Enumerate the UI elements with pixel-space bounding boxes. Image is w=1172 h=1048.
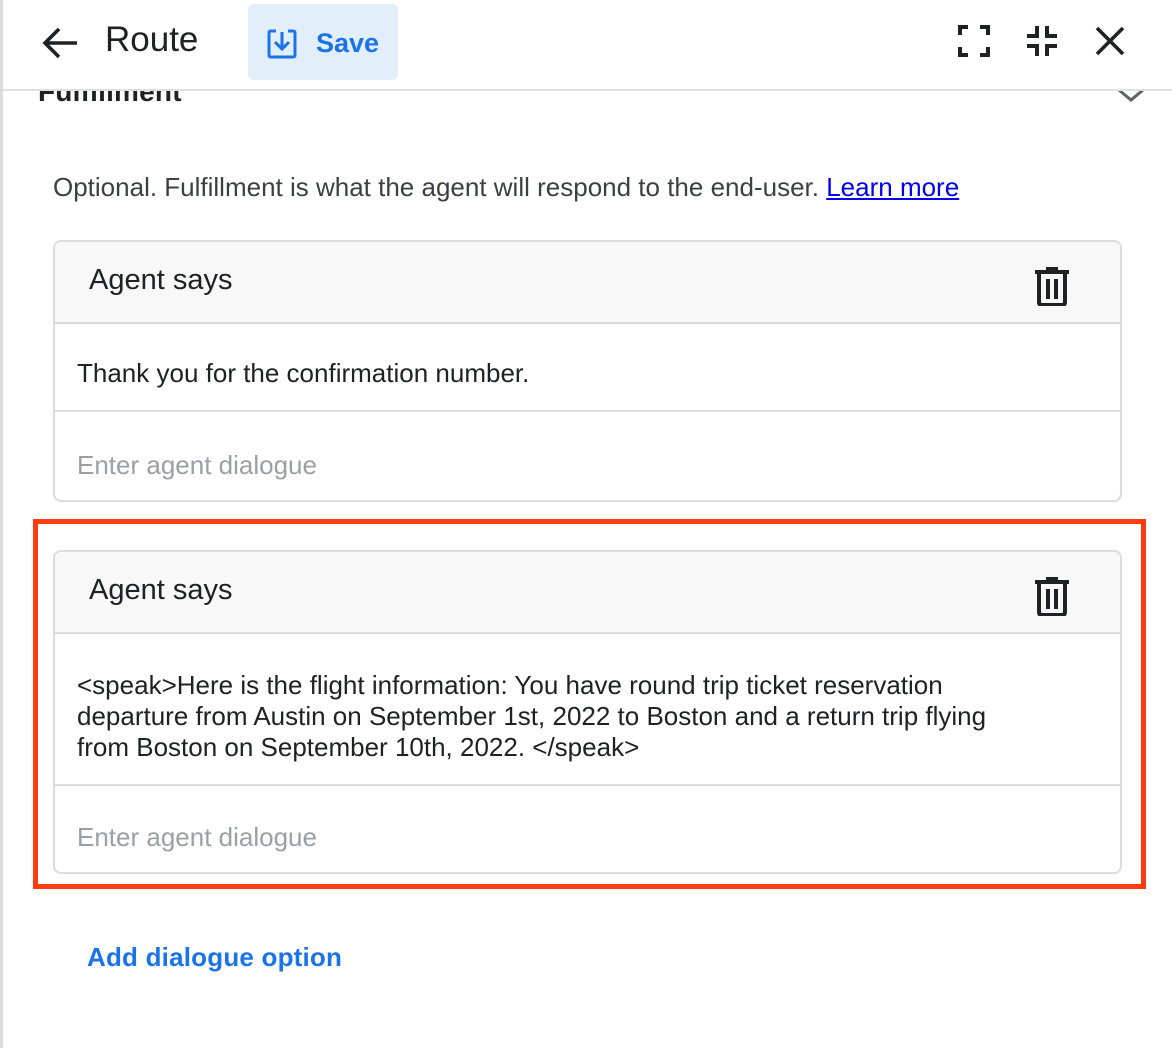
delete-icon[interactable] <box>1034 576 1070 616</box>
add-dialogue-option-button[interactable]: Add dialogue option <box>87 942 342 973</box>
panel-header: Route Save <box>3 0 1172 91</box>
fulfillment-description: Optional. Fulfillment is what the agent … <box>53 172 959 203</box>
save-button[interactable]: Save <box>248 4 398 80</box>
route-panel-content: Fulfillment Optional. Fulfillment is wha… <box>3 0 1172 1048</box>
page-title: Route <box>105 20 199 59</box>
dialogue-card: Agent says <speak>Here is the flight inf… <box>53 550 1122 874</box>
save-label: Save <box>316 28 380 58</box>
agent-dialogue-input[interactable] <box>77 822 1098 853</box>
learn-more-link[interactable]: Learn more <box>826 172 959 202</box>
dialogue-card: Agent says Thank you for the confirmatio… <box>53 240 1122 502</box>
save-download-icon <box>267 29 297 59</box>
card-title: Agent says <box>89 574 233 606</box>
fullscreen-exit-icon[interactable] <box>1025 24 1059 58</box>
delete-icon[interactable] <box>1034 266 1070 306</box>
dialogue-input-row <box>55 412 1120 500</box>
dialogue-text[interactable]: Thank you for the confirmation number. <box>55 324 1120 412</box>
arrow-back-icon[interactable] <box>41 26 79 60</box>
card-header: Agent says <box>55 552 1120 634</box>
dialogue-input-row <box>55 786 1120 872</box>
dialogue-text[interactable]: <speak>Here is the flight information: Y… <box>55 634 1120 786</box>
description-text: Optional. Fulfillment is what the agent … <box>53 172 819 202</box>
card-header: Agent says <box>55 242 1120 324</box>
agent-dialogue-input[interactable] <box>77 450 1098 481</box>
fullscreen-icon[interactable] <box>957 24 991 58</box>
card-title: Agent says <box>89 264 233 296</box>
close-icon[interactable] <box>1093 24 1127 58</box>
